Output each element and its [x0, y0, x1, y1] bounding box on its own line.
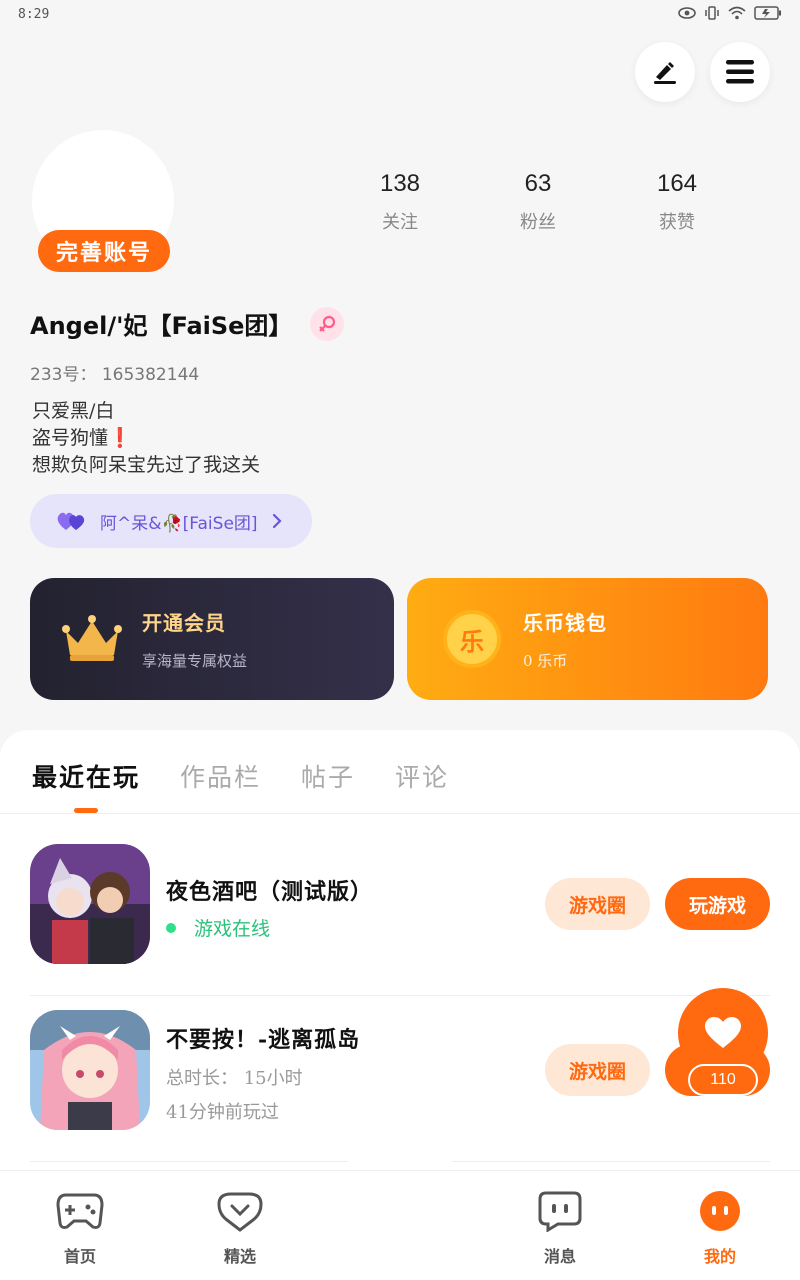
stat-fans-count: 63 — [524, 170, 552, 197]
nav-featured[interactable]: 精选 — [195, 1189, 285, 1267]
nav-messages[interactable]: 消息 — [515, 1189, 605, 1267]
group-pill[interactable]: 阿^呆&🥀[FaiSe团] — [30, 494, 312, 548]
nav-mine-label: 我的 — [703, 1247, 736, 1266]
nav-messages-label: 消息 — [543, 1247, 576, 1266]
game-name: 夜色酒吧（测试版） — [166, 879, 374, 905]
hamburger-icon — [726, 60, 754, 84]
vip-card[interactable]: 开通会员 享海量专属权益 — [30, 578, 394, 700]
divider — [0, 813, 800, 814]
online-dot — [166, 922, 176, 933]
game-name: 不要按！-逃离孤岛 — [166, 1027, 361, 1053]
stat-following[interactable]: 138 关注 — [340, 170, 460, 234]
profile-tabs: 最近在玩 作品栏 帖子 评论 — [32, 758, 449, 794]
stat-likes[interactable]: 164 获赞 — [617, 170, 737, 234]
like-count: 110 — [688, 1064, 758, 1096]
bio-line: 盗号狗懂❗ — [32, 427, 132, 449]
bottom-nav: 首页 精选 消息 我的 — [0, 1170, 800, 1280]
status-icons — [678, 6, 782, 20]
crown-icon — [62, 615, 122, 661]
stat-fans[interactable]: 63 粉丝 — [478, 170, 598, 234]
heart-chat-icon — [217, 1192, 263, 1232]
bio: 只爱黑/白 盗号狗懂❗ 想欺负阿呆宝先过了我这关 — [32, 398, 260, 479]
wallet-balance: 0 乐币 — [523, 652, 568, 670]
status-time: 8:29 — [18, 7, 50, 22]
chevron-right-icon — [272, 513, 282, 529]
game-circle-button[interactable]: 游戏圈 — [545, 878, 650, 930]
nav-home-label: 首页 — [63, 1247, 96, 1266]
coin-char: 乐 — [460, 626, 484, 656]
eye-icon — [678, 7, 696, 19]
profile-face-icon — [700, 1191, 740, 1231]
edit-profile-button[interactable] — [635, 42, 695, 102]
menu-button[interactable] — [710, 42, 770, 102]
heart-icon — [705, 1017, 741, 1048]
username: Angel/'妃【FaiSe团】 — [30, 312, 293, 340]
bio-line: 想欺负阿呆宝先过了我这关 — [32, 454, 261, 476]
game-circle-button[interactable]: 游戏圈 — [545, 1044, 650, 1096]
wifi-icon — [728, 6, 746, 20]
battery-icon — [754, 6, 781, 20]
stat-fans-label: 粉丝 — [520, 212, 556, 233]
username-row: Angel/'妃【FaiSe团】 — [30, 306, 345, 341]
online-text: 游戏在线 — [194, 918, 271, 940]
wallet-card[interactable]: 乐 乐币钱包 0 乐币 — [407, 578, 768, 700]
last-played: 41分钟前玩过 — [166, 1102, 279, 1123]
vibrate-icon — [705, 6, 719, 20]
nav-featured-label: 精选 — [223, 1247, 256, 1266]
pen-icon — [654, 62, 676, 84]
female-icon — [310, 306, 345, 341]
game-icon[interactable] — [30, 844, 150, 964]
game-row[interactable]: 夜色酒吧（测试版） 游戏在线 游戏圈 玩游戏 — [0, 830, 800, 996]
wallet-title: 乐币钱包 — [523, 611, 607, 635]
tab-comments[interactable]: 评论 — [395, 758, 449, 794]
vip-subtitle: 享海量专属权益 — [142, 652, 248, 670]
coin-icon: 乐 — [443, 610, 501, 668]
play-duration: 总时长： 15小时 — [166, 1068, 303, 1089]
tab-works[interactable]: 作品栏 — [180, 758, 261, 794]
game-icon[interactable] — [30, 1010, 150, 1130]
online-status: 游戏在线 — [166, 914, 270, 941]
message-icon — [538, 1191, 582, 1232]
bio-line: 只爱黑/白 — [32, 400, 115, 422]
double-heart-icon — [57, 512, 85, 530]
stat-following-count: 138 — [379, 170, 421, 197]
stat-likes-count: 164 — [656, 170, 698, 197]
play-game-button[interactable]: 玩游戏 — [665, 878, 770, 930]
content-panel: 最近在玩 作品栏 帖子 评论 夜色酒吧（测试版） 游戏在线 游戏圈 玩游戏 不要… — [0, 730, 800, 1190]
user-id: 233号： 165382144 — [30, 365, 200, 385]
status-bar: 8:29 — [0, 0, 800, 32]
group-name: 阿^呆&🥀[FaiSe团] — [100, 513, 258, 534]
gamepad-icon — [56, 1193, 104, 1229]
nav-mine[interactable]: 我的 — [675, 1189, 765, 1267]
stat-following-label: 关注 — [382, 212, 418, 233]
tab-recently-played[interactable]: 最近在玩 — [32, 758, 140, 794]
stat-likes-label: 获赞 — [659, 212, 695, 233]
vip-title: 开通会员 — [142, 611, 226, 635]
complete-account-button[interactable]: 完善账号 — [38, 230, 170, 272]
tab-posts[interactable]: 帖子 — [301, 758, 355, 794]
nav-home[interactable]: 首页 — [35, 1189, 125, 1267]
